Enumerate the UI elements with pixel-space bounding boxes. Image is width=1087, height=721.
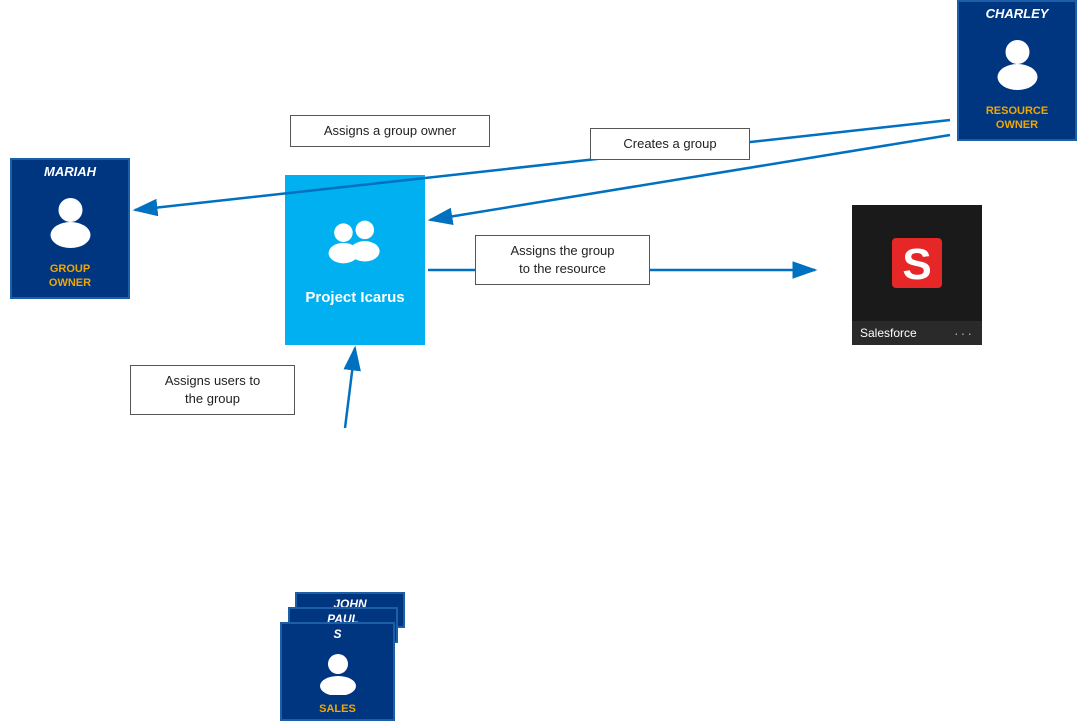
assigns-group-owner-text: Assigns a group owner: [324, 123, 456, 138]
salesforce-footer: Salesforce ···: [852, 321, 982, 345]
svg-text:S: S: [902, 240, 931, 289]
label-assigns-group-owner: Assigns a group owner: [290, 115, 490, 147]
group-icon: [323, 214, 388, 281]
salesforce-card: S Salesforce ···: [852, 205, 982, 345]
label-assigns-group-resource: Assigns the groupto the resource: [475, 235, 650, 285]
label-assigns-users-group: Assigns users tothe group: [130, 365, 295, 415]
project-icarus-card: Project Icarus: [285, 175, 425, 345]
charley-card: CHARLEY RESOURCEOWNER: [957, 0, 1077, 141]
charley-role: RESOURCEOWNER: [959, 100, 1075, 139]
salesforce-dots: ···: [954, 325, 974, 341]
salesforce-logo: S: [887, 205, 947, 321]
mariah-name: MARIAH: [12, 160, 128, 183]
mariah-avatar: [12, 183, 128, 258]
creates-group-text: Creates a group: [623, 136, 716, 151]
charley-name: CHARLEY: [959, 2, 1075, 25]
sales-role: SALES: [315, 701, 360, 719]
mariah-card: MARIAH GROUPOWNER: [10, 158, 130, 299]
salesforce-name: Salesforce: [860, 326, 917, 340]
arrow-users-to-icarus: [345, 348, 355, 428]
charley-avatar: [959, 25, 1075, 100]
arrow-charley-to-mariah: [135, 120, 950, 210]
project-icarus-label: Project Icarus: [305, 289, 404, 306]
sales-name: S: [282, 624, 393, 644]
sales-avatar: [307, 644, 369, 701]
label-creates-group: Creates a group: [590, 128, 750, 160]
mariah-role: GROUPOWNER: [12, 258, 128, 297]
sales-card: S SALES: [280, 622, 395, 721]
